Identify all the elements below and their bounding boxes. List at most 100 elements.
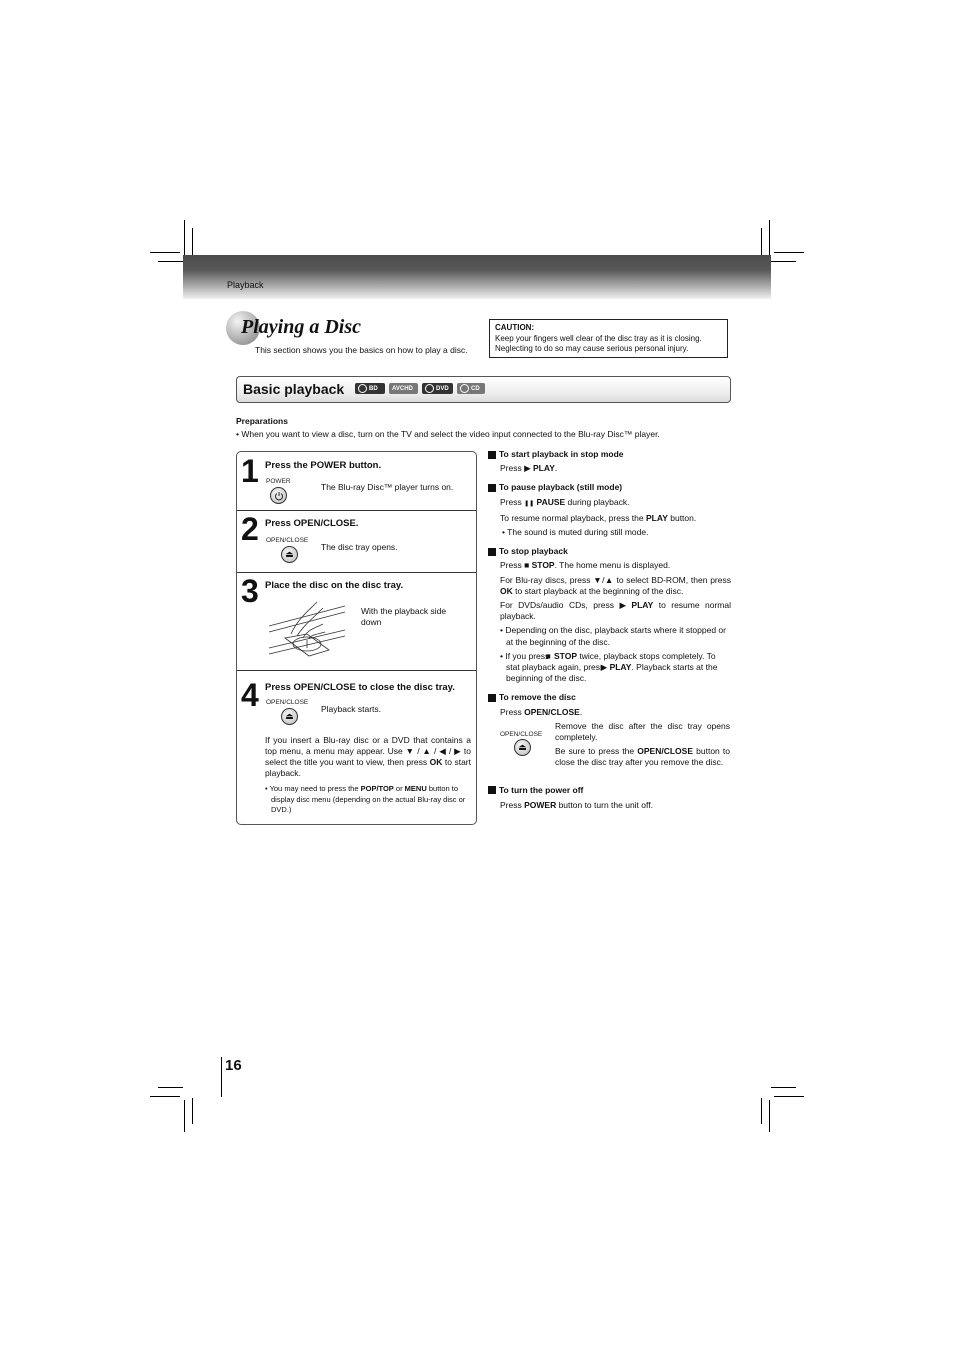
block-heading: To turn the power off	[488, 785, 731, 796]
crop-mark	[774, 1096, 804, 1097]
text: .	[554, 463, 558, 474]
page-number-rule	[221, 1057, 222, 1097]
text: For Blu-ray discs, press ▼/▲ to select B…	[500, 574, 731, 585]
badge-label: DVD	[436, 385, 449, 392]
block-text: Press ▶ PLAY.	[500, 463, 731, 474]
step-note: If you insert a Blu-ray disc or a DVD th…	[265, 735, 471, 779]
text: • If you press	[500, 650, 552, 661]
bullet-text: or	[393, 784, 405, 793]
text-bold: OPEN/CLOSE	[637, 745, 694, 756]
text-bold: OPEN/CLOSE	[524, 706, 580, 717]
crop-mark	[769, 220, 770, 260]
text-bold: PLAY	[609, 662, 632, 673]
stop-playback-block: To stop playback Press ■ STOP. The home …	[488, 546, 731, 684]
button-label: OPEN/CLOSE	[266, 537, 309, 544]
disc-icon	[358, 384, 367, 393]
bullet-square-icon	[488, 547, 496, 556]
power-off-block: To turn the power off Press POWER button…	[488, 785, 731, 811]
block-text: Press ■ STOP. The home menu is displayed…	[500, 560, 731, 571]
section-header: Basic playback BD AVCHD DVD CD	[236, 376, 731, 403]
heading-text: To turn the power off	[499, 784, 584, 795]
step-number: 1	[241, 453, 259, 489]
disc-icon	[460, 384, 469, 393]
block-text: For DVDs/audio CDs, press ▶ PLAY to resu…	[500, 600, 731, 622]
crop-mark	[771, 1087, 796, 1088]
block-text: For Blu-ray discs, press ▼/▲ to select B…	[500, 575, 731, 597]
block-bullet: • The sound is muted during still mode.	[502, 527, 649, 538]
step-description: Playback starts.	[321, 704, 381, 714]
bullet-square-icon	[488, 694, 496, 703]
block-bullet: • If you press ■ STOP twice, playback st…	[500, 650, 718, 684]
crop-mark	[158, 1087, 183, 1088]
step-number: 3	[241, 573, 259, 609]
block-heading: To remove the disc	[488, 692, 731, 703]
text-bold: STOP	[531, 560, 555, 571]
block-heading: To pause playback (still mode)	[488, 482, 731, 493]
crop-mark	[184, 1100, 185, 1132]
bullet-square-icon	[488, 484, 496, 492]
text-bold: OK	[500, 585, 513, 596]
caution-line: Keep your fingers well clear of the disc…	[495, 333, 702, 343]
start-playback-block: To start playback in stop mode Press ▶ P…	[488, 449, 731, 474]
caution-line: Neglecting to do so may cause serious pe…	[495, 344, 689, 353]
caution-box: CAUTION: Keep your fingers well clear of…	[489, 319, 728, 358]
text-bold: PLAY	[645, 512, 668, 523]
page-number: 16	[225, 1057, 242, 1074]
play-icon: ▶	[619, 600, 626, 611]
text: button to turn the unit off.	[556, 800, 653, 811]
badge-label: CD	[471, 385, 480, 392]
heading-text: To stop playback	[499, 546, 568, 557]
button-label: POWER	[266, 478, 291, 485]
crop-mark	[150, 252, 180, 253]
step-description: The Blu-ray Disc™ player turns on.	[321, 482, 454, 492]
text: to start playback at the beginning of th…	[512, 585, 684, 596]
crop-mark	[192, 228, 193, 255]
eject-icon: ⏏	[281, 708, 298, 725]
text: Press	[500, 706, 525, 717]
badge-label: BD	[369, 385, 378, 392]
crop-mark	[769, 1100, 770, 1132]
text: Be sure to press the	[555, 745, 638, 756]
step-number: 4	[241, 677, 259, 713]
badge-dvd-video: DVD	[422, 383, 453, 394]
caution-heading: CAUTION:	[495, 323, 535, 332]
bullet-square-icon	[488, 450, 496, 459]
crop-mark	[184, 220, 185, 260]
right-column: To start playback in stop mode Press ▶ P…	[488, 449, 731, 819]
block-text: Press OPEN/CLOSE.	[500, 707, 731, 718]
step-title: Press the POWER button.	[265, 460, 382, 471]
preparations-text: • When you want to view a disc, turn on …	[236, 429, 660, 439]
block-heading: To start playback in stop mode	[488, 449, 731, 460]
heading-text: To start playback in stop mode	[499, 449, 624, 459]
text: To resume normal playback, press the	[500, 512, 646, 523]
page-title: Playing a Disc	[241, 316, 361, 338]
disc-tray-illustration	[268, 601, 346, 657]
step-description: The disc tray opens.	[321, 542, 398, 552]
crop-mark	[158, 261, 183, 262]
bullet-bold: POP/TOP	[360, 784, 394, 793]
text: .	[579, 706, 583, 717]
step-bullet: • You may need to press the POP/TOP or M…	[265, 784, 477, 816]
step-number: 2	[241, 511, 259, 547]
text-bold: POWER	[524, 800, 557, 811]
crop-mark	[192, 1098, 193, 1124]
step-title: Press OPEN/CLOSE.	[265, 518, 359, 529]
crop-mark	[774, 252, 804, 253]
block-bullet: • Depending on the disc, playback starts…	[500, 625, 726, 647]
text: For DVDs/audio CDs, press	[500, 600, 620, 611]
play-icon: ▶	[524, 463, 531, 474]
pause-icon: ❚❚	[524, 500, 535, 507]
text: during playback.	[565, 496, 630, 507]
power-icon	[270, 487, 287, 504]
block-heading: To stop playback	[488, 546, 731, 557]
badge-label: AVCHD	[392, 385, 413, 392]
bullet-square-icon	[488, 786, 496, 795]
remove-disc-block: To remove the disc Press OPEN/CLOSE. OPE…	[488, 692, 731, 776]
note-ok: OK	[429, 757, 443, 767]
preparations-title: Preparations	[236, 416, 288, 426]
step-description: With the playback side down	[361, 606, 447, 627]
text: Press	[500, 800, 525, 811]
heading-text: To remove the disc	[499, 692, 576, 703]
step-title: Press OPEN/CLOSE to close the disc tray.	[265, 682, 455, 693]
block-text: Press ❚❚ PAUSE during playback.	[500, 497, 731, 510]
